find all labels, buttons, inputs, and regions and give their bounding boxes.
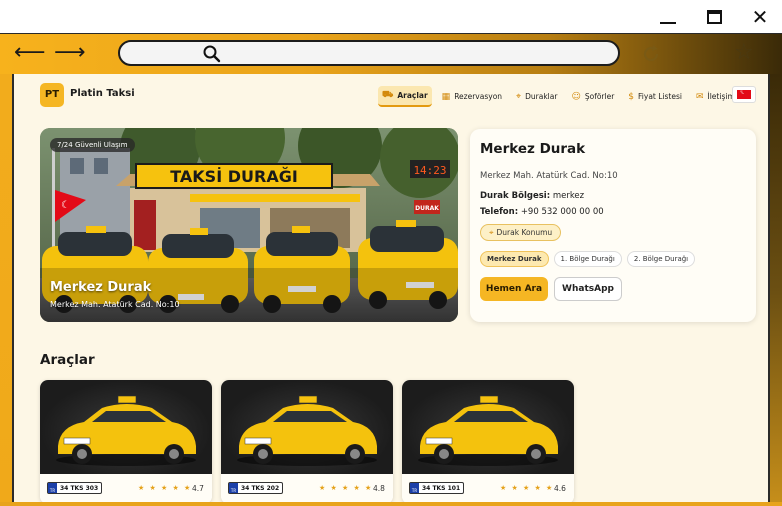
window-frame-bottom [0, 502, 782, 506]
license-plate: TR 34 TKS 303 [47, 482, 103, 494]
digital-clock: 14:23 [413, 164, 446, 177]
close-icon[interactable]: ✕ [748, 6, 772, 28]
map-pin-icon: ⌖ [516, 91, 522, 102]
brand-logo[interactable]: PT [40, 83, 64, 107]
phone-label: Telefon: [480, 207, 519, 217]
rating-value: 4.6 [554, 484, 566, 493]
search-icon [203, 45, 221, 63]
minimize-icon[interactable] [656, 6, 680, 28]
menu-item-label: Rezervasyon [454, 92, 503, 101]
menu-item-label: Fiyat Listesi [638, 92, 682, 101]
window-frame-left [0, 74, 12, 506]
vehicle-image [221, 380, 393, 474]
menu-item-label: İletişim [707, 92, 735, 101]
hero-badge: 7/24 Güvenli Ulaşım [50, 138, 135, 152]
menu-item-1[interactable]: ▦ Rezervasyon [438, 88, 506, 106]
brand-name[interactable]: Platin Taksi [70, 88, 135, 99]
vehicle-image [402, 380, 574, 474]
location-chip-label: Durak Konumu [496, 228, 553, 237]
language-selector[interactable] [732, 86, 756, 103]
region-label: Durak Bölgesi: [480, 191, 551, 201]
rating-stars-icon: ★ ★ ★ ★ ★ [500, 484, 554, 492]
menu-item-label: Şoförler [584, 92, 615, 101]
main-menu: ⛟ Araçlar ▦ Rezervasyon ⌖ Duraklar ☺ Şoförler $ F… [378, 86, 739, 107]
menu-item-4[interactable]: $ Fiyat Listesi [624, 88, 686, 106]
license-plate: TR 34 TKS 202 [228, 482, 284, 494]
browser-toolbar: ⟵ ⟶ ☆ [0, 34, 782, 74]
stop-chip[interactable]: 2. Bölge Durağı [626, 251, 696, 267]
phone-value[interactable]: +90 532 000 00 00 [521, 207, 604, 217]
stop-info-card: Merkez Durak Merkez Mah. Atatürk Cad. No… [470, 129, 756, 322]
plate-number: 34 TKS 101 [422, 485, 461, 492]
vehicle-card[interactable]: TR 34 TKS 303 ★ ★ ★ ★ ★ 4.7 [40, 380, 212, 502]
stop-address: Merkez Mah. Atatürk Cad. No:10 [480, 171, 618, 181]
region-value: merkez [552, 191, 585, 201]
window-frame-right [770, 74, 782, 506]
whatsapp-button[interactable]: WhatsApp [554, 277, 622, 301]
vehicle-card[interactable]: TR 34 TKS 202 ★ ★ ★ ★ ★ 4.8 [221, 380, 393, 502]
plate-country: TR [410, 483, 419, 493]
menu-item-0[interactable]: ⛟ Araçlar [378, 86, 432, 107]
taxi-illustration [237, 395, 377, 466]
plate-number: 34 TKS 202 [241, 485, 280, 492]
calendar-icon: ▦ [441, 91, 451, 102]
rating-stars-icon: ★ ★ ★ ★ ★ [319, 484, 373, 492]
menu-item-label: Duraklar [525, 92, 558, 101]
car-icon: ⛟ [382, 90, 394, 100]
taxi-illustration [56, 395, 196, 466]
plate-country: TR [48, 483, 57, 493]
vehicle-card[interactable]: TR 34 TKS 101 ★ ★ ★ ★ ★ 4.6 [402, 380, 574, 502]
hero-title: Merkez Durak [50, 280, 152, 295]
taxi-illustration [418, 395, 558, 466]
window-titlebar: ✕ [0, 0, 782, 34]
plate-country: TR [229, 483, 238, 493]
stop-chip[interactable]: 1. Bölge Durağı [553, 251, 622, 267]
page-viewport: PT Platin Taksi ⛟ Araçlar ▦ Rezervasyon ⌖ Dur… [12, 74, 770, 502]
rating-stars-icon: ★ ★ ★ ★ ★ [138, 484, 192, 492]
svg-text:☾: ☾ [61, 200, 70, 211]
arrow-right-icon[interactable]: ⟶ [54, 40, 86, 68]
vehicle-image [40, 380, 212, 474]
reload-icon[interactable] [640, 43, 662, 65]
rating-value: 4.8 [373, 484, 385, 493]
price-icon: $ [628, 91, 635, 102]
location-chip[interactable]: ⌖ Durak Konumu [480, 224, 562, 241]
vehicle-footer: TR 34 TKS 202 ★ ★ ★ ★ ★ 4.8 [221, 474, 393, 502]
user-icon: ☺ [571, 91, 581, 102]
vehicle-footer: TR 34 TKS 303 ★ ★ ★ ★ ★ 4.7 [40, 474, 212, 502]
stop-phone: Telefon: +90 532 000 00 00 [480, 207, 604, 217]
maximize-icon[interactable] [702, 6, 726, 28]
menu-item-label: Araçlar [397, 91, 428, 100]
site-header: PT Platin Taksi ⛟ Araçlar ▦ Rezervasyon ⌖ Dur… [14, 74, 768, 118]
taxi-stand-sign: TAKSİ DURAĞI [170, 167, 298, 186]
license-plate: TR 34 TKS 101 [409, 482, 465, 494]
durak-sign: DURAK [415, 205, 439, 212]
rating-value: 4.7 [192, 484, 204, 493]
plate-number: 34 TKS 303 [60, 485, 99, 492]
star-icon[interactable]: ☆ [734, 40, 754, 65]
menu-item-2[interactable]: ⌖ Duraklar [512, 88, 561, 106]
stop-region: Durak Bölgesi: merkez [480, 191, 584, 201]
arrow-left-icon[interactable]: ⟵ [14, 40, 46, 68]
message-icon: ✉ [695, 91, 704, 102]
menu-item-3[interactable]: ☺ Şoförler [567, 88, 618, 106]
turkey-flag-icon [737, 87, 751, 99]
map-pin-icon: ⌖ [489, 227, 494, 237]
vehicles-section-title: Araçlar [40, 352, 95, 368]
address-bar[interactable] [118, 40, 620, 66]
call-now-button[interactable]: Hemen Ara [480, 277, 548, 301]
hero-address: Merkez Mah. Atatürk Cad. No:10 [50, 300, 180, 309]
vehicle-footer: TR 34 TKS 101 ★ ★ ★ ★ ★ 4.6 [402, 474, 574, 502]
hero-image: ☾ TAKSİ DURAĞI 14:23 DURAK 7/24 Güvenli … [40, 128, 458, 322]
stop-title: Merkez Durak [480, 141, 586, 157]
stop-chip[interactable]: Merkez Durak [480, 251, 549, 267]
stop-chips: Merkez Durak 1. Bölge Durağı 2. Bölge Dura… [480, 251, 696, 267]
